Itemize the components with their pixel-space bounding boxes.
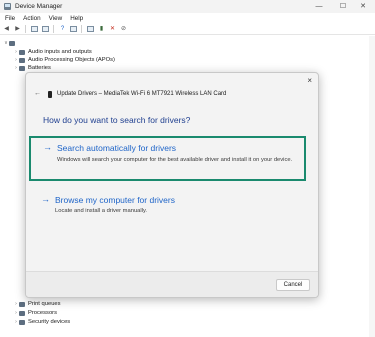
list-item-label: Audio Processing Objects (APOs)	[28, 57, 115, 63]
close-window-button[interactable]: ✕	[351, 0, 375, 13]
list-icon[interactable]	[41, 25, 50, 33]
list-item[interactable]: › Processors	[13, 309, 57, 317]
back-arrow-icon[interactable]: ◀	[2, 25, 11, 33]
list-item[interactable]: › Audio inputs and outputs	[13, 48, 92, 56]
minimize-button[interactable]: —	[307, 0, 331, 13]
option-description: Windows will search your computer for th…	[57, 157, 293, 163]
tree-root[interactable]: ∨	[3, 39, 18, 47]
disable-icon[interactable]: ⊘	[119, 25, 128, 33]
properties-icon[interactable]	[30, 25, 39, 33]
computer-icon	[9, 40, 15, 46]
list-item[interactable]: › Audio Processing Objects (APOs)	[13, 56, 115, 64]
update-driver-icon[interactable]: ▮	[97, 25, 106, 33]
back-arrow-icon[interactable]: ←	[34, 90, 41, 97]
scrollbar[interactable]	[369, 36, 375, 337]
device-manager-icon	[4, 3, 11, 10]
menu-help[interactable]: Help	[70, 15, 83, 22]
list-item[interactable]: › Print queues	[13, 300, 61, 308]
list-item[interactable]: › Batteries	[13, 64, 51, 72]
dialog-question: How do you want to search for drivers?	[43, 115, 191, 125]
speaker-icon	[19, 57, 25, 63]
list-item-label: Processors	[28, 310, 57, 316]
menu-view[interactable]: View	[49, 15, 63, 22]
search-automatically-option[interactable]: → Search automatically for drivers Windo…	[29, 136, 306, 181]
arrow-right-icon: →	[41, 194, 50, 204]
dialog-footer: Cancel	[26, 271, 318, 297]
dialog-header: Update Drivers – MediaTek Wi-Fi 6 MT7921…	[57, 91, 227, 97]
title-bar: Device Manager — ☐ ✕	[0, 0, 375, 13]
list-item-label: Audio inputs and outputs	[28, 49, 92, 55]
option-description: Locate and install a driver manually.	[55, 208, 148, 214]
list-item-label: Print queues	[28, 301, 61, 307]
processor-icon	[19, 310, 25, 316]
toolbar-separator	[53, 24, 54, 33]
security-icon	[19, 319, 25, 325]
menu-action[interactable]: Action	[23, 15, 41, 22]
printer-icon	[19, 301, 25, 307]
list-item[interactable]: › Security devices	[13, 318, 70, 326]
menu-bar: File Action View Help	[0, 13, 375, 23]
battery-icon	[19, 65, 25, 71]
option-title: Browse my computer for drivers	[55, 195, 175, 205]
list-item-label: Security devices	[28, 319, 71, 325]
cancel-button[interactable]: Cancel	[276, 279, 310, 291]
scan-icon[interactable]	[86, 25, 95, 33]
speaker-icon	[19, 49, 25, 55]
help-icon[interactable]: ?	[58, 25, 67, 33]
arrow-right-icon: →	[43, 142, 52, 152]
window-title: Device Manager	[15, 3, 63, 10]
forward-arrow-icon[interactable]: ▶	[13, 25, 22, 33]
toolbar-separator	[25, 24, 26, 33]
uninstall-icon[interactable]: ✕	[108, 25, 117, 33]
toolbar: ◀ ▶ ? ▮ ✕ ⊘	[0, 23, 375, 35]
menu-file[interactable]: File	[5, 15, 15, 22]
browse-computer-option[interactable]: → Browse my computer for drivers Locate …	[31, 193, 304, 219]
network-adapter-icon	[48, 91, 52, 98]
list-item-label: Batteries	[28, 65, 51, 71]
option-title: Search automatically for drivers	[57, 143, 177, 153]
update-drivers-dialog: × ← Update Drivers – MediaTek Wi-Fi 6 MT…	[25, 72, 319, 298]
view-icon[interactable]	[69, 25, 78, 33]
toolbar-separator	[81, 24, 82, 33]
close-icon[interactable]: ×	[307, 76, 312, 85]
